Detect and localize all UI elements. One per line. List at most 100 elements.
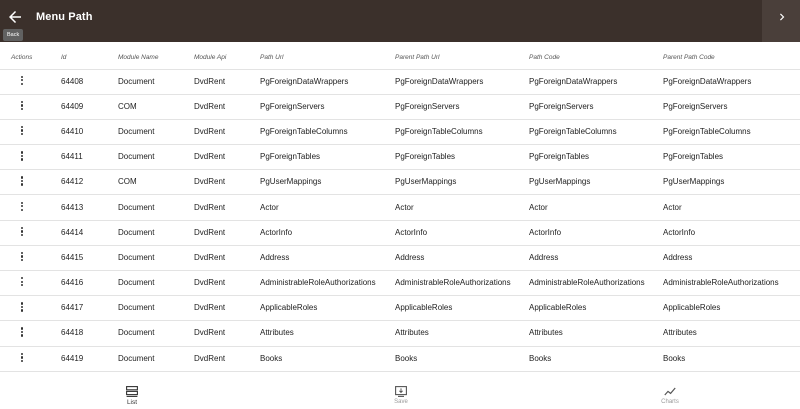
cell-module-name: Document — [118, 245, 194, 272]
cell-parent-path-code: PgUserMappings — [663, 169, 800, 196]
cell-path-code: Address — [529, 245, 663, 272]
more-vert-icon[interactable] — [17, 175, 27, 187]
more-vert-icon[interactable] — [17, 276, 27, 288]
menu-path-table: Actions Id Module Name Module Api Path U… — [0, 47, 800, 372]
table-row[interactable]: 64416 Document DvdRent AdministrableRoleAut… — [0, 270, 800, 297]
cell-module-name: Document — [118, 346, 194, 372]
cell-path-url: PgForeignTableColumns — [260, 119, 395, 146]
column-header-parent-path-code[interactable]: Parent Path Code — [663, 47, 800, 70]
back-arrow-icon[interactable] — [6, 8, 24, 26]
cell-path-url: PgForeignDataWrappers — [260, 69, 395, 95]
table-row[interactable]: 64412 COM DvdRent PgUserMappings PgUserMappi… — [0, 169, 800, 196]
table-row[interactable]: 64410 Document DvdRent PgForeignTableColumn… — [0, 119, 800, 146]
column-header-parent-path-url[interactable]: Parent Path Url — [395, 47, 529, 70]
more-vert-icon[interactable] — [17, 225, 27, 237]
save-icon — [395, 386, 407, 397]
cell-path-url: Address — [260, 245, 395, 272]
cell-parent-path-url: Attributes — [395, 320, 529, 347]
nav-charts[interactable]: Charts — [630, 378, 710, 409]
cell-module-name: Document — [118, 220, 194, 246]
nav-list-label: List — [126, 399, 138, 406]
cell-module-api: DvdRent — [194, 220, 260, 246]
column-header-module-api[interactable]: Module Api — [194, 47, 260, 70]
table-row[interactable]: 64409 COM DvdRent PgForeignServers PgForeign… — [0, 94, 800, 120]
cell-module-name: Document — [118, 119, 194, 146]
cell-path-code: ApplicableRoles — [529, 295, 663, 322]
list-icon — [126, 386, 138, 397]
cell-id: 64415 — [61, 245, 118, 272]
cell-path-url: PgForeignServers — [260, 94, 395, 120]
cell-id: 64410 — [61, 119, 118, 146]
cell-module-api: DvdRent — [194, 94, 260, 120]
cell-module-api: DvdRent — [194, 144, 260, 171]
more-vert-icon[interactable] — [17, 301, 27, 313]
cell-parent-path-url: PgForeignTableColumns — [395, 119, 529, 146]
cell-module-name: Document — [118, 144, 194, 171]
side-panel-toggle[interactable] — [762, 0, 800, 42]
cell-module-name: Document — [118, 295, 194, 322]
nav-save[interactable]: Save — [361, 378, 441, 409]
more-vert-icon[interactable] — [17, 99, 27, 111]
cell-actions — [0, 119, 61, 146]
more-vert-icon[interactable] — [17, 200, 27, 212]
column-header-module-name[interactable]: Module Name — [118, 47, 194, 70]
column-header-path-code[interactable]: Path Code — [529, 47, 663, 70]
cell-actions — [0, 169, 61, 196]
table-row[interactable]: 64417 Document DvdRent ApplicableRoles Appli… — [0, 295, 800, 322]
table-header-row: Actions Id Module Name Module Api Path U… — [0, 47, 800, 70]
cell-parent-path-code: AdministrableRoleAuthorizations — [663, 270, 800, 297]
cell-actions — [0, 144, 61, 171]
column-header-id[interactable]: Id — [61, 47, 118, 70]
more-vert-icon[interactable] — [17, 250, 27, 262]
cell-module-name: Document — [118, 320, 194, 347]
cell-parent-path-code: Actor — [663, 194, 800, 221]
cell-path-url: ActorInfo — [260, 220, 395, 246]
nav-charts-label: Charts — [661, 399, 679, 405]
nav-list[interactable]: List — [92, 378, 172, 409]
cell-parent-path-code: ActorInfo — [663, 220, 800, 246]
page-title: Menu Path — [36, 11, 93, 23]
cell-id: 64416 — [61, 270, 118, 297]
column-header-actions[interactable]: Actions — [0, 47, 61, 70]
column-header-path-url[interactable]: Path Url — [260, 47, 395, 70]
more-vert-icon[interactable] — [17, 326, 27, 338]
cell-actions — [0, 194, 61, 221]
cell-path-code: AdministrableRoleAuthorizations — [529, 270, 663, 297]
table-row[interactable]: 64408 Document DvdRent PgForeignDataWrapper… — [0, 69, 800, 95]
cell-actions — [0, 320, 61, 347]
more-vert-icon[interactable] — [17, 124, 27, 136]
cell-path-url: Attributes — [260, 320, 395, 347]
chevron-right-icon — [780, 13, 785, 21]
more-vert-icon[interactable] — [17, 150, 27, 162]
cell-path-code: PgForeignDataWrappers — [529, 69, 663, 95]
cell-path-url: PgUserMappings — [260, 169, 395, 196]
cell-actions — [0, 220, 61, 246]
cell-path-url: Books — [260, 346, 395, 372]
cell-module-api: DvdRent — [194, 69, 260, 95]
table-row[interactable]: 64415 Document DvdRent Address Address Addres… — [0, 245, 800, 272]
table-row[interactable]: 64419 Document DvdRent Books Books Books Books — [0, 346, 800, 372]
cell-path-url: AdministrableRoleAuthorizations — [260, 270, 395, 297]
table-row[interactable]: 64413 Document DvdRent Actor Actor Actor Actor — [0, 194, 800, 221]
cell-module-api: DvdRent — [194, 346, 260, 372]
table-row[interactable]: 64414 Document DvdRent ActorInfo ActorInfo Ac… — [0, 220, 800, 246]
cell-parent-path-code: Books — [663, 346, 800, 372]
cell-id: 64413 — [61, 194, 118, 221]
more-vert-icon[interactable] — [17, 74, 27, 86]
cell-parent-path-url: ApplicableRoles — [395, 295, 529, 322]
more-vert-icon[interactable] — [17, 351, 27, 363]
cell-parent-path-code: Attributes — [663, 320, 800, 347]
cell-parent-path-url: PgForeignDataWrappers — [395, 69, 529, 95]
cell-id: 64419 — [61, 346, 118, 372]
table-row[interactable]: 64411 Document DvdRent PgForeignTables PgFor… — [0, 144, 800, 171]
table-row[interactable]: 64418 Document DvdRent Attributes Attributes… — [0, 320, 800, 347]
cell-parent-path-url: PgUserMappings — [395, 169, 529, 196]
cell-actions — [0, 295, 61, 322]
cell-parent-path-url: PgForeignTables — [395, 144, 529, 171]
cell-module-name: Document — [118, 270, 194, 297]
cell-path-code: PgForeignTables — [529, 144, 663, 171]
cell-parent-path-url: AdministrableRoleAuthorizations — [395, 270, 529, 297]
cell-id: 64411 — [61, 144, 118, 171]
cell-parent-path-code: PgForeignDataWrappers — [663, 69, 800, 95]
cell-module-api: DvdRent — [194, 119, 260, 146]
